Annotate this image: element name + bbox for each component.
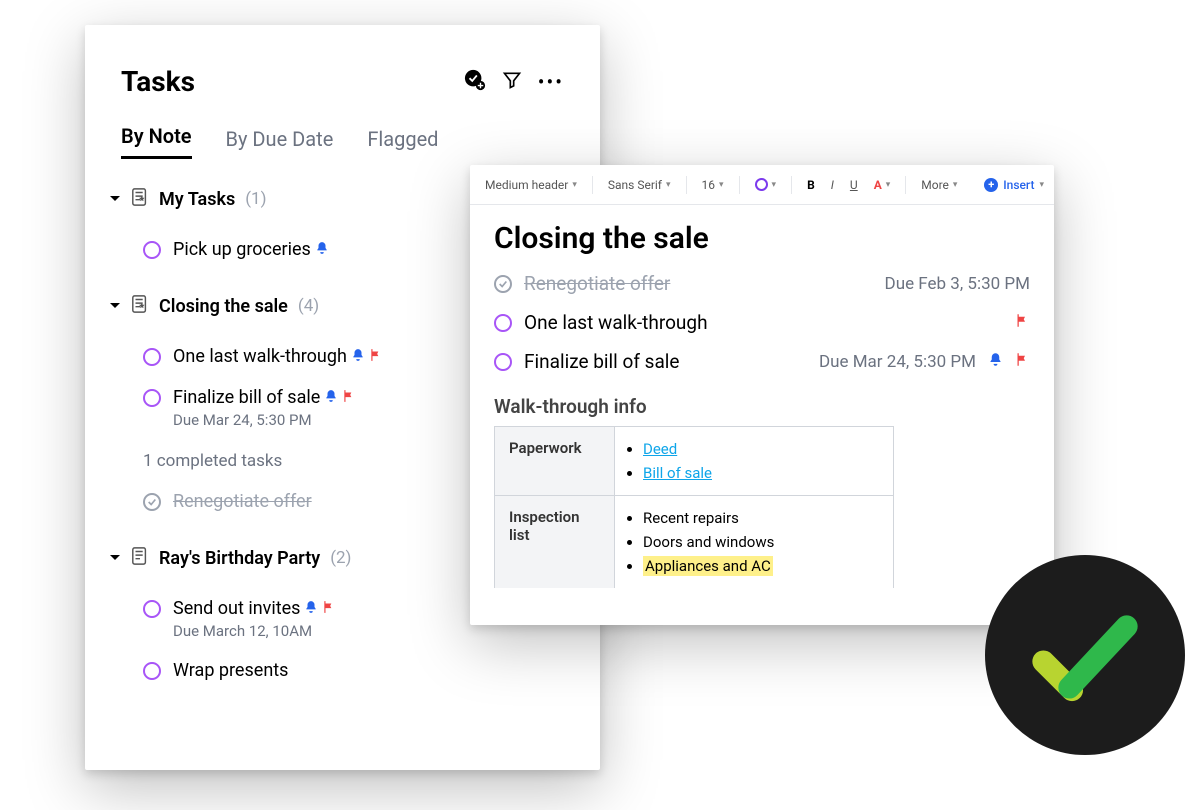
group-count: (1) [245,189,266,209]
list-item: Appliances and AC [643,554,887,578]
flag-icon [369,348,383,366]
font-dropdown[interactable]: Sans Serif ▾ [603,175,676,195]
note-title[interactable]: Closing the sale [494,205,1030,264]
list-item: Recent repairs [643,506,887,530]
filter-icon[interactable] [502,70,522,94]
size-dropdown[interactable]: 16 ▾ [697,175,729,195]
checkmark-badge [985,555,1185,755]
editor-toolbar: Medium header ▾ Sans Serif ▾ 16 ▾ ▾ B I … [470,165,1054,205]
flag-icon [1015,352,1030,371]
note-editor-panel: Medium header ▾ Sans Serif ▾ 16 ▾ ▾ B I … [470,165,1054,625]
task-checkbox[interactable] [494,314,512,332]
group-title: My Tasks [159,189,235,210]
task-checkbox-done[interactable] [143,493,161,511]
table-header: Inspection list [495,496,615,588]
list-item: Doors and windows [643,530,887,554]
section-header: Walk-through info [494,381,1030,426]
checkmark-icon [1020,590,1150,720]
task-row[interactable]: Wrap presents [99,650,586,691]
task-text: Renegotiate offer [173,491,312,512]
group-count: (4) [298,296,319,316]
group-title: Closing the sale [159,296,288,317]
chevron-down-icon [109,549,121,568]
highlighted-text: Appliances and AC [643,556,773,576]
task-text: Finalize bill of sale [173,387,320,408]
plus-icon: + [984,178,998,192]
info-table-row-inspection: Inspection list Recent repairs Doors and… [494,495,894,588]
color-ring-icon [755,178,768,191]
group-title: Ray's Birthday Party [159,548,320,569]
task-checkbox[interactable] [143,241,161,259]
font-label: Sans Serif [608,178,662,192]
task-checkbox-done[interactable] [494,275,512,293]
task-text: Renegotiate offer [524,272,670,295]
task-row-completed[interactable]: Renegotiate offer Due Feb 3, 5:30 PM [494,264,1030,303]
group-count: (2) [330,548,351,568]
note-star-icon [131,294,149,318]
fontcolor-dropdown[interactable]: A▾ [869,175,896,195]
note-icon [131,546,149,570]
task-checkbox[interactable] [143,348,161,366]
bell-icon [304,600,322,618]
bill-of-sale-link[interactable]: Bill of sale [643,464,712,482]
task-checkbox[interactable] [143,600,161,618]
note-star-icon [131,187,149,211]
chevron-down-icon: ▾ [1039,180,1044,190]
chevron-down-icon: ▾ [886,180,891,190]
style-label: Medium header [485,178,568,192]
tab-by-due-date[interactable]: By Due Date [226,127,334,159]
more-label: More [921,178,949,192]
list-item: Bill of sale [643,461,887,485]
size-label: 16 [702,178,716,192]
task-row[interactable]: Finalize bill of sale Due Mar 24, 5:30 P… [494,342,1030,381]
fontcolor-icon: A [874,178,882,192]
style-dropdown[interactable]: Medium header ▾ [480,175,582,195]
bell-icon [324,389,342,407]
task-due: Due Mar 24, 5:30 PM [173,411,356,429]
task-due: Due Feb 3, 5:30 PM [885,274,1030,294]
task-checkbox[interactable] [143,389,161,407]
bell-icon [315,241,329,259]
flag-icon [1015,313,1030,332]
underline-button[interactable]: U [845,175,863,195]
table-header: Paperwork [495,427,615,495]
bell-icon [351,348,369,366]
task-due: Due Mar 24, 5:30 PM [819,352,976,372]
add-task-icon[interactable] [464,69,486,95]
color-dropdown[interactable]: ▾ [750,175,782,194]
more-icon[interactable]: ••• [538,72,564,92]
task-text: One last walk-through [173,346,347,367]
info-table-row-paperwork: Paperwork Deed Bill of sale [494,426,894,495]
list-item: Deed [643,437,887,461]
task-text: One last walk-through [524,311,708,334]
task-due: Due March 12, 10AM [173,622,336,640]
chevron-down-icon: ▾ [719,180,724,190]
flag-icon [342,389,356,407]
task-checkbox[interactable] [494,353,512,371]
chevron-down-icon: ▾ [953,180,958,190]
tab-by-note[interactable]: By Note [121,124,192,159]
insert-label: Insert [1003,178,1034,192]
task-text: Send out invites [173,598,300,619]
tab-flagged[interactable]: Flagged [367,127,438,159]
chevron-down-icon: ▾ [572,180,577,190]
bell-icon [988,352,1003,371]
deed-link[interactable]: Deed [643,440,677,458]
chevron-down-icon [109,190,121,209]
task-text: Pick up groceries [173,239,311,260]
panel-title: Tasks [121,65,195,98]
italic-button[interactable]: I [826,175,839,195]
more-dropdown[interactable]: More ▾ [916,175,962,195]
chevron-down-icon: ▾ [666,180,671,190]
task-text: Wrap presents [173,660,288,681]
task-checkbox[interactable] [143,662,161,680]
chevron-down-icon: ▾ [772,180,777,190]
task-row[interactable]: One last walk-through [494,303,1030,342]
task-text: Finalize bill of sale [524,350,680,373]
chevron-down-icon [109,297,121,316]
flag-icon [322,600,336,618]
bold-button[interactable]: B [802,175,820,195]
insert-button[interactable]: + Insert ▾ [984,178,1044,192]
